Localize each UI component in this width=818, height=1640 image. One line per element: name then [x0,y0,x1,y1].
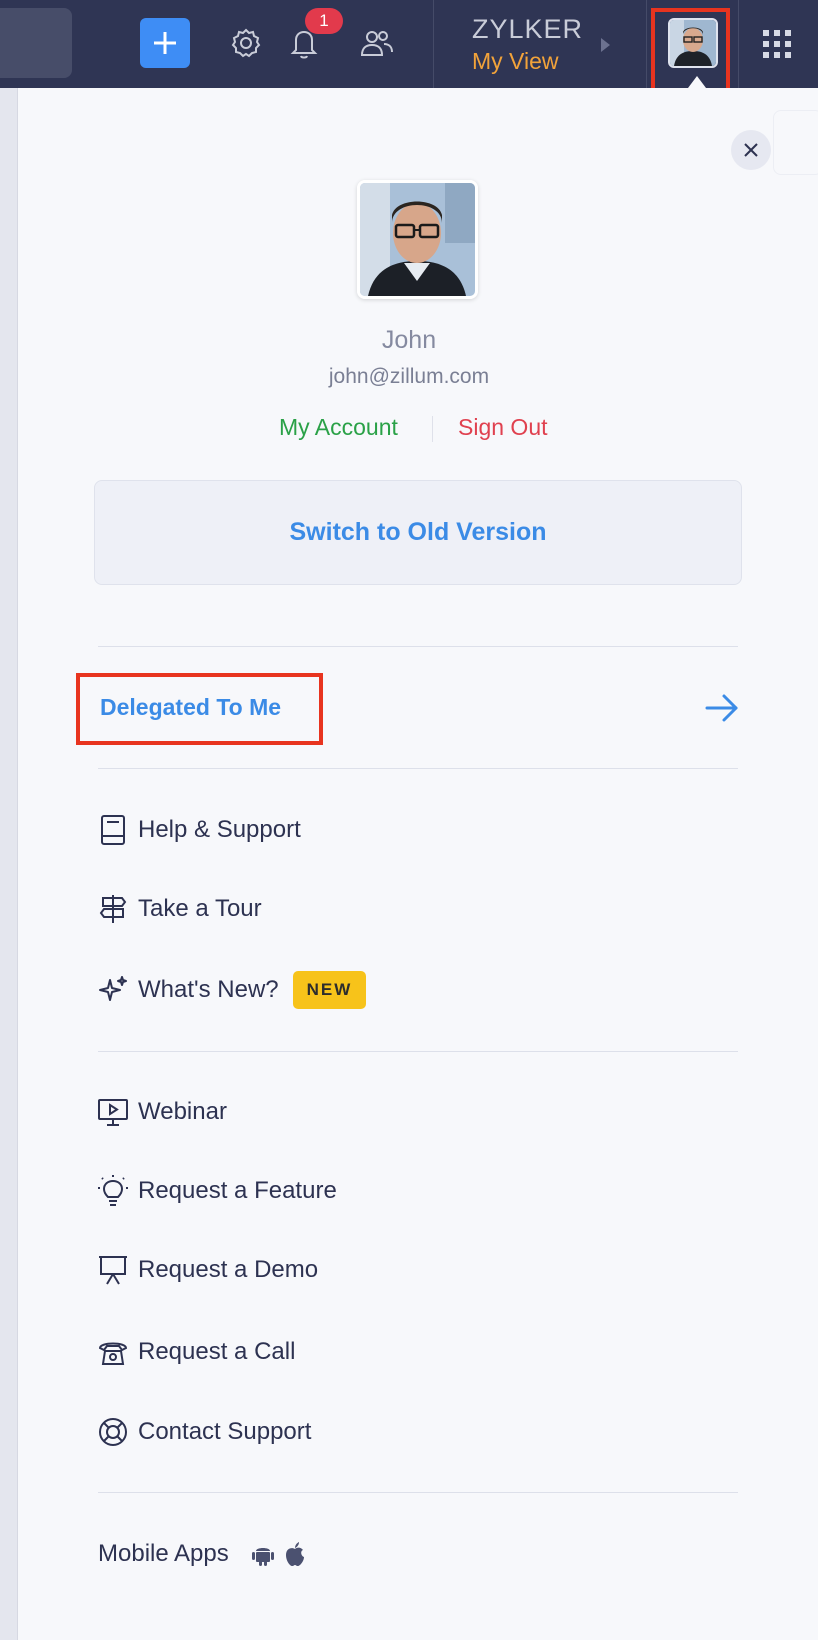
user-email: john@zillum.com [328,365,490,388]
sign-out-link[interactable]: Sign Out [458,414,548,441]
background-page-strip [0,88,18,1640]
lifebuoy-icon [96,1415,130,1449]
switch-old-version-button[interactable]: Switch to Old Version [94,480,742,585]
mobile-apps-row: Mobile Apps [98,1536,315,1572]
profile-panel [18,88,818,1640]
menu-item-label: Request a Demo [138,1256,319,1283]
close-button[interactable] [731,130,771,170]
notification-count-badge: 1 [305,8,343,34]
menu-item-request-feature[interactable]: Request a Feature [96,1173,337,1209]
menu-item-label: Contact Support [138,1418,312,1445]
create-new-button[interactable] [140,18,190,68]
org-name[interactable]: ZYLKER [472,14,583,45]
telephone-icon [96,1335,130,1369]
menu-item-label: Help & Support [138,816,301,843]
topbar-divider [738,0,739,88]
close-icon [744,143,758,157]
menu-item-webinar[interactable]: Webinar [96,1094,227,1130]
view-selector[interactable]: My View [472,48,559,75]
divider [98,1492,738,1493]
delegated-to-me-link[interactable]: Delegated To Me [100,694,281,721]
divider [98,1051,738,1052]
link-separator [432,416,433,442]
users-button[interactable] [358,24,396,62]
menu-item-whats-new[interactable]: What's New? NEW [96,971,367,1009]
app-grid-icon[interactable] [763,30,791,58]
menu-item-request-demo[interactable]: Request a Demo [96,1252,318,1288]
menu-item-label: Request a Feature [138,1177,337,1204]
settings-button[interactable] [227,24,265,62]
menu-item-help-support[interactable]: Help & Support [96,812,301,848]
menu-item-label: What's New? [138,976,279,1003]
signpost-icon [96,892,130,926]
switch-old-version-label: Switch to Old Version [289,518,547,546]
menu-item-label: Webinar [138,1098,227,1125]
divider [98,768,738,769]
help-button-ghost [773,110,818,175]
android-icon[interactable] [251,1541,275,1567]
my-account-link[interactable]: My Account [279,414,398,441]
topbar-divider [433,0,434,88]
profile-photo [357,180,478,299]
caret-right-icon[interactable] [601,38,610,52]
mobile-apps-label: Mobile Apps [98,1540,229,1567]
presentation-board-icon [96,1253,130,1287]
divider [98,646,738,647]
video-presentation-icon [96,1095,130,1129]
menu-item-label: Take a Tour [138,895,262,922]
top-bar: 1 ZYLKER My View [0,0,818,93]
user-name: John [381,326,437,354]
search-bar[interactable] [0,8,72,78]
users-icon [360,31,393,56]
book-icon [96,813,130,847]
plus-icon [154,32,176,54]
menu-item-request-call[interactable]: Request a Call [96,1334,295,1370]
menu-item-label: Request a Call [138,1338,296,1365]
lightbulb-icon [96,1174,130,1208]
sparkle-icon [96,973,130,1007]
menu-item-contact-support[interactable]: Contact Support [96,1414,311,1450]
menu-item-take-tour[interactable]: Take a Tour [96,891,262,927]
dropdown-pointer [688,76,706,88]
gear-icon [231,28,261,58]
topbar-divider [646,0,647,88]
apple-icon[interactable] [283,1541,307,1567]
arrow-right-icon[interactable] [704,692,740,724]
new-badge: NEW [292,971,367,1009]
